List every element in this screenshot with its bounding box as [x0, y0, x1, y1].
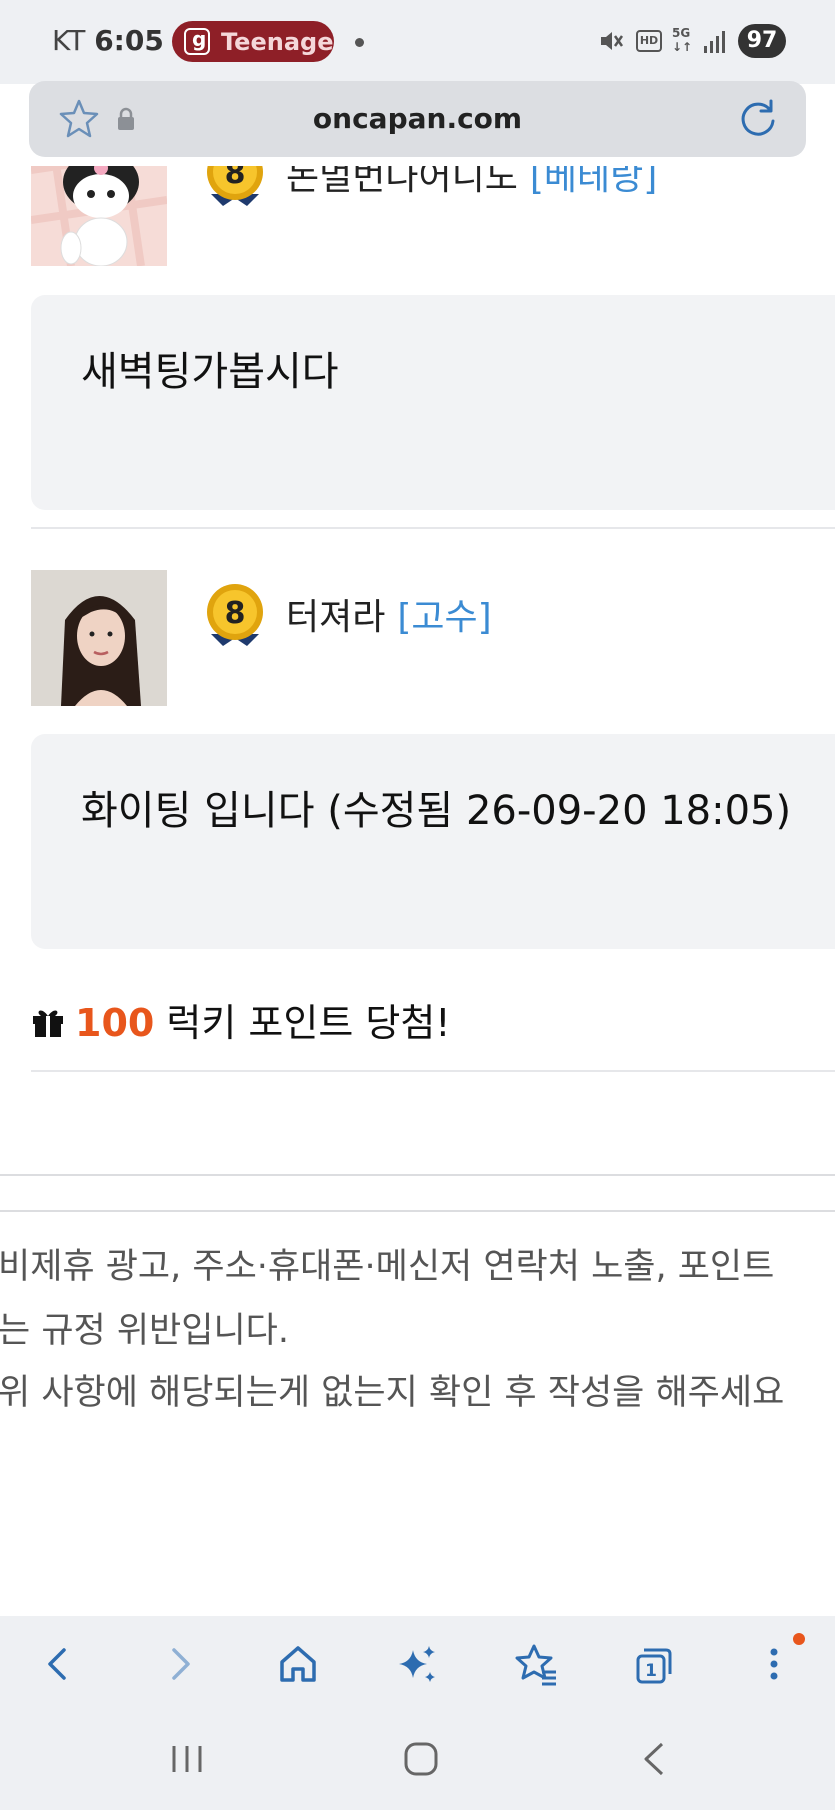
- level-number: 8: [225, 166, 246, 191]
- avatar[interactable]: [31, 570, 167, 706]
- home-icon[interactable]: [274, 1640, 322, 1688]
- level-badge-icon: 8: [207, 584, 263, 646]
- gift-icon: [33, 1010, 63, 1037]
- recent-apps-icon[interactable]: [162, 1734, 212, 1784]
- mute-icon: [601, 32, 624, 50]
- status-bar: KT 6:05 Teenage HD 5G↓↑ 97: [0, 0, 835, 84]
- section-divider: [0, 1210, 835, 1212]
- section-divider: [0, 1174, 835, 1176]
- reload-icon[interactable]: [737, 97, 779, 139]
- comment-divider: [31, 527, 835, 529]
- comment-header: 8 터져라 [고수]: [31, 570, 835, 706]
- battery-indicator: 97: [738, 24, 786, 58]
- ai-sparkle-icon[interactable]: [393, 1640, 441, 1688]
- rank-label: [고수]: [397, 597, 492, 638]
- comment-author[interactable]: 터져라 [고수]: [286, 588, 492, 640]
- clock: 6:05: [94, 24, 164, 57]
- more-notifications-dot: [355, 38, 364, 47]
- menu-icon[interactable]: [750, 1640, 798, 1688]
- bookmarks-icon[interactable]: [512, 1640, 560, 1688]
- comment-header: 8 논멀번나어니도 [베테랑]: [31, 166, 835, 266]
- signal-icon: [704, 31, 725, 53]
- carrier-time: KT 6:05: [52, 24, 164, 57]
- lucky-points-banner: 100 럭키 포인트 당첨!: [31, 992, 451, 1047]
- lucky-points-text: 럭키 포인트 당첨!: [166, 1001, 451, 1045]
- notice-line: 비제휴 광고, 주소·휴대폰·메신저 연락처 노출, 포인트: [0, 1247, 775, 1287]
- notice-line: 위 사항에 해당되는게 없는지 확인 후 작성을 해주세요: [0, 1373, 785, 1413]
- back-nav-icon[interactable]: [630, 1734, 680, 1784]
- comment-bubble: 화이팅 입니다 (수정됨 26-09-20 18:05): [31, 734, 835, 949]
- tab-count: 1: [645, 1661, 657, 1681]
- comment-section: 8 논멀번나어니도 [베테랑] 새벽팅가봅시다 8 터져라 [고수] 화이팅 입…: [0, 166, 835, 1616]
- home-nav-icon[interactable]: [396, 1734, 446, 1784]
- level-badge-icon: 8: [207, 166, 263, 206]
- forward-icon[interactable]: [156, 1640, 204, 1688]
- nickname[interactable]: 논멀번나어니도: [286, 166, 518, 198]
- comment-text: 새벽팅가봅시다: [81, 349, 339, 395]
- avatar[interactable]: [31, 166, 167, 266]
- comment-bubble: 새벽팅가봅시다: [31, 295, 835, 510]
- comment-text: 화이팅 입니다 (수정됨 26-09-20 18:05): [81, 788, 792, 834]
- url-domain[interactable]: oncapan.com: [29, 102, 806, 135]
- lucky-points-value: 100: [75, 1001, 155, 1045]
- menu-notification-dot: [793, 1633, 805, 1645]
- comment-author[interactable]: 논멀번나어니도 [베테랑]: [286, 166, 657, 200]
- back-icon[interactable]: [34, 1640, 82, 1688]
- kuromi-avatar-image: [31, 166, 167, 266]
- system-nav-bar: [0, 1714, 835, 1810]
- url-bar[interactable]: oncapan.com: [29, 81, 806, 157]
- app-notification-icon: [184, 27, 210, 55]
- rank-label: [베테랑]: [529, 166, 658, 198]
- portrait-avatar-image: [31, 570, 167, 706]
- nickname[interactable]: 터져라: [286, 597, 385, 638]
- hd-voice-icon: HD: [636, 30, 662, 52]
- browser-toolbar: 1: [0, 1616, 835, 1714]
- comment-divider: [31, 1070, 835, 1072]
- tabs-icon[interactable]: 1: [630, 1640, 678, 1688]
- level-number: 8: [225, 596, 246, 631]
- notification-text: Teenage: [221, 28, 334, 56]
- carrier-label: KT: [52, 24, 86, 57]
- 5g-icon: 5G ↓↑: [672, 26, 693, 54]
- notice-line: 는 규정 위반입니다.: [0, 1311, 289, 1351]
- notification-pill[interactable]: Teenage: [172, 21, 334, 62]
